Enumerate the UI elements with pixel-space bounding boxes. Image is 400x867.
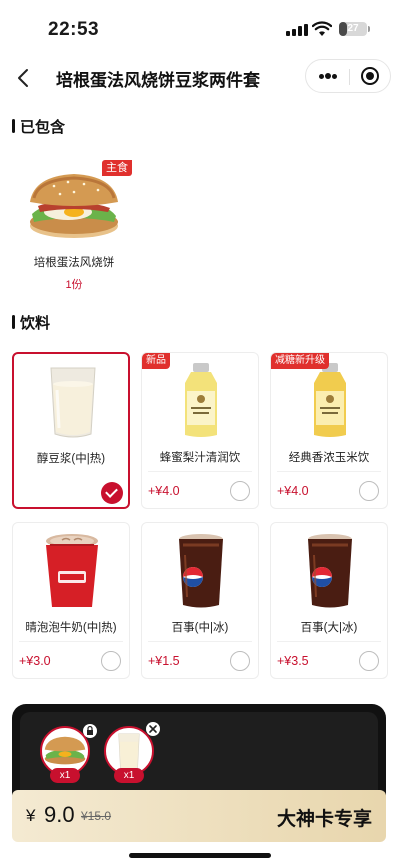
pepsi-glass-image [179, 534, 223, 608]
radio-unchecked-icon[interactable] [359, 481, 379, 501]
honey-pear-bottle-image [185, 363, 217, 437]
battery-percentage: 27 [347, 23, 359, 34]
member-card-exclusive-label: 大神卡专享 [276, 809, 372, 830]
drink-option-bubble-milk[interactable]: 晴泡泡牛奶(中|热) +¥3.0 [12, 522, 130, 679]
close-icon [149, 725, 157, 733]
divider [148, 471, 252, 472]
sugar-reduced-tag: 减糖新升级 [271, 353, 329, 369]
lock-icon [83, 724, 97, 738]
checkout-bar[interactable]: ¥ 9.0 ¥15.0 大神卡专享 [12, 790, 386, 842]
back-button[interactable] [8, 62, 40, 94]
more-dot [325, 73, 331, 79]
drink-name: 百事(中|冰) [171, 622, 229, 634]
kfc-milk-cup-image [46, 534, 98, 607]
total-price: 9.0 [44, 802, 75, 827]
drink-price: +¥4.0 [148, 484, 180, 498]
checkmark-icon [101, 482, 123, 504]
soy-milk-glass-image [50, 367, 96, 438]
target-close-icon-center [366, 72, 374, 80]
divider [277, 471, 381, 472]
radio-unchecked-icon[interactable] [230, 651, 250, 671]
drink-price: +¥1.5 [148, 654, 180, 668]
battery-icon: 27 [339, 22, 367, 36]
status-time: 22:53 [48, 19, 100, 40]
divider [19, 641, 123, 642]
included-item: 主食 培根蛋法风烧饼 1份 [14, 156, 134, 296]
navigation-bar: 培根蛋法风烧饼豆浆两件套 [0, 56, 400, 100]
more-button[interactable] [306, 60, 349, 92]
drink-name: 经典香浓玉米饮 [288, 452, 370, 464]
original-price: ¥15.0 [81, 809, 112, 823]
wifi-icon [312, 21, 332, 36]
more-dot [332, 74, 337, 79]
currency-symbol: ¥ [26, 806, 36, 825]
section-marker [12, 119, 15, 133]
included-item-name: 培根蛋法风烧饼 [33, 257, 115, 269]
drink-option-pepsi-large[interactable]: 百事(大|冰) +¥3.5 [270, 522, 388, 679]
mini-program-capsule [305, 59, 391, 93]
pepsi-glass-image [308, 534, 352, 608]
chevron-left-icon [18, 69, 28, 87]
radio-unchecked-icon[interactable] [230, 481, 250, 501]
close-mini-program-button[interactable] [350, 60, 391, 92]
more-dots-icon [319, 74, 324, 79]
divider [148, 641, 252, 642]
battery-tip [368, 26, 370, 32]
drink-name: 晴泡泡牛奶(中|热) [25, 622, 117, 634]
included-section-title: 已包含 [12, 116, 65, 137]
tray-item-count: x1 [50, 768, 80, 783]
drinks-section-title: 饮料 [12, 312, 50, 333]
radio-unchecked-icon[interactable] [359, 651, 379, 671]
drink-option-pepsi-medium[interactable]: 百事(中|冰) +¥1.5 [141, 522, 259, 679]
drink-option-corn-drink[interactable]: 减糖新升级 经典香浓玉米饮 +¥4.0 [270, 352, 388, 509]
divider [277, 641, 381, 642]
home-indicator [129, 853, 271, 858]
page-title: 培根蛋法风烧饼豆浆两件套 [56, 71, 260, 90]
drink-option-soy-milk[interactable]: 醇豆浆(中|热) [12, 352, 130, 509]
drink-option-honey-pear[interactable]: 新品 蜂蜜梨汁清润饮 +¥4.0 [141, 352, 259, 509]
drink-price: +¥3.5 [277, 654, 309, 668]
section-marker [12, 315, 15, 329]
new-product-tag: 新品 [142, 353, 170, 369]
drink-price: +¥3.0 [19, 654, 51, 668]
main-food-tag: 主食 [102, 160, 132, 176]
remove-item-button[interactable] [146, 722, 160, 736]
drink-name: 蜂蜜梨汁清润饮 [159, 452, 241, 464]
radio-unchecked-icon[interactable] [101, 651, 121, 671]
drinks-heading: 饮料 [20, 315, 51, 332]
tray-item-count: x1 [114, 768, 144, 783]
status-bar: 22:53 27 [0, 0, 400, 56]
corn-drink-bottle-image [314, 363, 346, 437]
cellular-signal-icon [286, 24, 308, 36]
included-heading: 已包含 [20, 119, 66, 136]
drink-price: +¥4.0 [277, 484, 309, 498]
included-item-qty: 1份 [65, 279, 83, 291]
drink-name: 百事(大|冰) [300, 622, 358, 634]
selection-tray: x1 x1 [12, 704, 386, 804]
drink-name: 醇豆浆(中|热) [36, 453, 106, 465]
